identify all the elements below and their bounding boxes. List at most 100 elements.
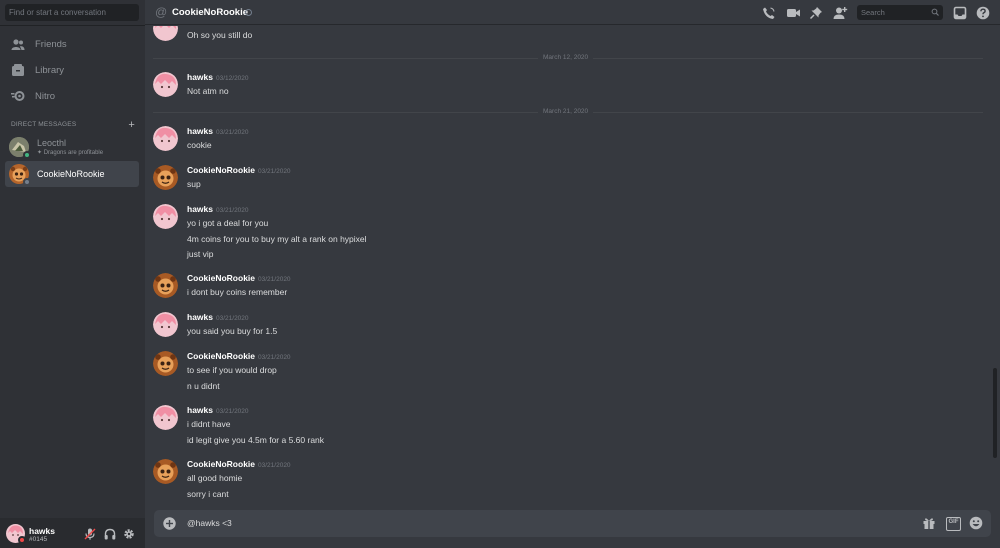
- message-author[interactable]: CookieNoRookie 03/21/2020: [187, 273, 291, 283]
- help-icon[interactable]: [976, 6, 990, 20]
- message-text: 4m coins for you to buy my alt a rank on…: [187, 234, 367, 244]
- pinned-messages-icon[interactable]: [809, 6, 823, 20]
- author-name[interactable]: CookieNoRookie: [187, 165, 255, 175]
- date-divider: March 12, 2020: [153, 54, 983, 63]
- upload-plus-icon[interactable]: [163, 517, 176, 530]
- message-scrollbar[interactable]: [993, 368, 997, 458]
- message-author[interactable]: CookieNoRookie 03/21/2020: [187, 351, 291, 361]
- sidebar-divider: [0, 25, 145, 26]
- start-voice-call-icon[interactable]: [762, 6, 776, 20]
- message-timestamp: 03/21/2020: [258, 168, 291, 175]
- message-timestamp: 03/21/2020: [216, 408, 249, 415]
- message-timestamp: 03/21/2020: [258, 276, 291, 283]
- avatar[interactable]: [153, 459, 178, 484]
- avatar[interactable]: [153, 165, 178, 190]
- message-text: id legit give you 4.5m for a 5.60 rank: [187, 435, 325, 445]
- settings-gear-icon[interactable]: [123, 527, 135, 539]
- search-placeholder: Search: [861, 8, 885, 17]
- message-text: sorry i cant: [187, 489, 229, 499]
- message-list[interactable]: Oh so you still do March 12, 2020 hawks 0…: [145, 26, 993, 504]
- message-timestamp: 03/21/2020: [216, 129, 249, 136]
- message-timestamp: 03/21/2020: [216, 207, 249, 214]
- current-username: hawks: [29, 526, 55, 536]
- user-panel: hawks #0145: [0, 518, 145, 548]
- avatar[interactable]: [153, 26, 178, 41]
- add-friends-to-dm-icon[interactable]: [833, 6, 848, 20]
- create-dm-icon[interactable]: +: [128, 120, 135, 131]
- author-name[interactable]: hawks: [187, 204, 213, 214]
- offline-status-icon: [245, 9, 252, 16]
- sidebar-item-friends[interactable]: Friends: [9, 34, 67, 54]
- message-timestamp: 03/12/2020: [216, 75, 249, 82]
- message-composer[interactable]: @hawks <3 GIF: [154, 510, 991, 537]
- mute-microphone-icon[interactable]: [84, 527, 96, 540]
- message-author[interactable]: hawks 03/21/2020: [187, 405, 249, 415]
- online-status-icon: [23, 151, 31, 159]
- direct-messages-header: DIRECT MESSAGES +: [11, 120, 135, 131]
- sidebar-item-nitro[interactable]: Nitro: [9, 86, 55, 106]
- message-author[interactable]: hawks 03/21/2020: [187, 204, 249, 214]
- at-sign-icon: @: [155, 5, 168, 19]
- avatar[interactable]: [153, 72, 178, 97]
- author-name[interactable]: hawks: [187, 405, 213, 415]
- sidebar-item-label: Friends: [35, 38, 67, 50]
- date-divider: March 21, 2020: [153, 108, 983, 117]
- author-name[interactable]: hawks: [187, 126, 213, 136]
- dm-sidebar: Find or start a conversation Friends Lib…: [0, 0, 145, 548]
- message-timestamp: 03/21/2020: [216, 315, 249, 322]
- message-input[interactable]: @hawks <3: [187, 518, 232, 528]
- message-text: to see if you would drop: [187, 365, 277, 375]
- author-name[interactable]: CookieNoRookie: [187, 459, 255, 469]
- message-author[interactable]: CookieNoRookie 03/21/2020: [187, 165, 291, 175]
- search-icon: [931, 5, 939, 25]
- current-user-tag: #0145: [29, 536, 48, 543]
- message-author[interactable]: hawks 03/21/2020: [187, 312, 249, 322]
- search-input[interactable]: Search: [857, 5, 943, 20]
- headphones-icon[interactable]: [104, 527, 116, 540]
- sidebar-item-label: Library: [35, 64, 65, 76]
- channel-header: @ CookieNoRookie Search: [145, 0, 1000, 25]
- user-avatar[interactable]: [6, 524, 26, 544]
- dnd-status-icon: [18, 536, 26, 544]
- avatar[interactable]: [153, 273, 178, 298]
- emoji-picker-icon[interactable]: [969, 516, 983, 530]
- message-author[interactable]: CookieNoRookie 03/21/2020: [187, 459, 291, 469]
- message-text: Oh so you still do: [187, 30, 253, 40]
- message-text: i didnt have: [187, 419, 231, 429]
- avatar[interactable]: [153, 351, 178, 376]
- dm-item-leocthl[interactable]: Leocthl ✦ Dragons are profitable: [5, 134, 139, 160]
- channel-title: CookieNoRookie: [172, 7, 249, 18]
- avatar[interactable]: [153, 312, 178, 337]
- message-text: cookie: [187, 140, 212, 150]
- author-name[interactable]: CookieNoRookie: [187, 273, 255, 283]
- message-text: just vip: [187, 249, 214, 259]
- avatar[interactable]: [153, 405, 178, 430]
- dm-item-cookienorookie[interactable]: CookieNoRookie: [5, 161, 139, 187]
- message-text: sup: [187, 179, 201, 189]
- message-author[interactable]: hawks 03/21/2020: [187, 126, 249, 136]
- message-text: n u didnt: [187, 381, 220, 391]
- author-name[interactable]: hawks: [187, 72, 213, 82]
- sidebar-item-label: Nitro: [35, 90, 56, 102]
- library-icon: [9, 63, 27, 77]
- inbox-icon[interactable]: [953, 6, 967, 20]
- offline-status-icon: [23, 178, 31, 186]
- author-name[interactable]: hawks: [187, 312, 213, 322]
- start-video-call-icon[interactable]: [786, 6, 800, 20]
- date-divider-label: March 21, 2020: [538, 108, 594, 115]
- message-timestamp: 03/21/2020: [258, 462, 291, 469]
- dm-activity: ✦ Dragons are profitable: [37, 149, 103, 156]
- message-text: all good homie: [187, 473, 243, 483]
- avatar: [9, 137, 31, 159]
- avatar[interactable]: [153, 204, 178, 229]
- find-conversation-search[interactable]: Find or start a conversation: [5, 4, 139, 21]
- sidebar-item-library[interactable]: Library: [9, 60, 64, 80]
- avatar[interactable]: [153, 126, 178, 151]
- message-author[interactable]: hawks 03/12/2020: [187, 72, 249, 82]
- gif-picker-button[interactable]: GIF: [946, 517, 961, 531]
- dm-activity-text: Dragons are profitable: [43, 150, 104, 156]
- author-name[interactable]: CookieNoRookie: [187, 351, 255, 361]
- gift-icon[interactable]: [922, 516, 936, 530]
- message-text: yo i got a deal for you: [187, 218, 269, 228]
- friends-icon: [9, 37, 27, 51]
